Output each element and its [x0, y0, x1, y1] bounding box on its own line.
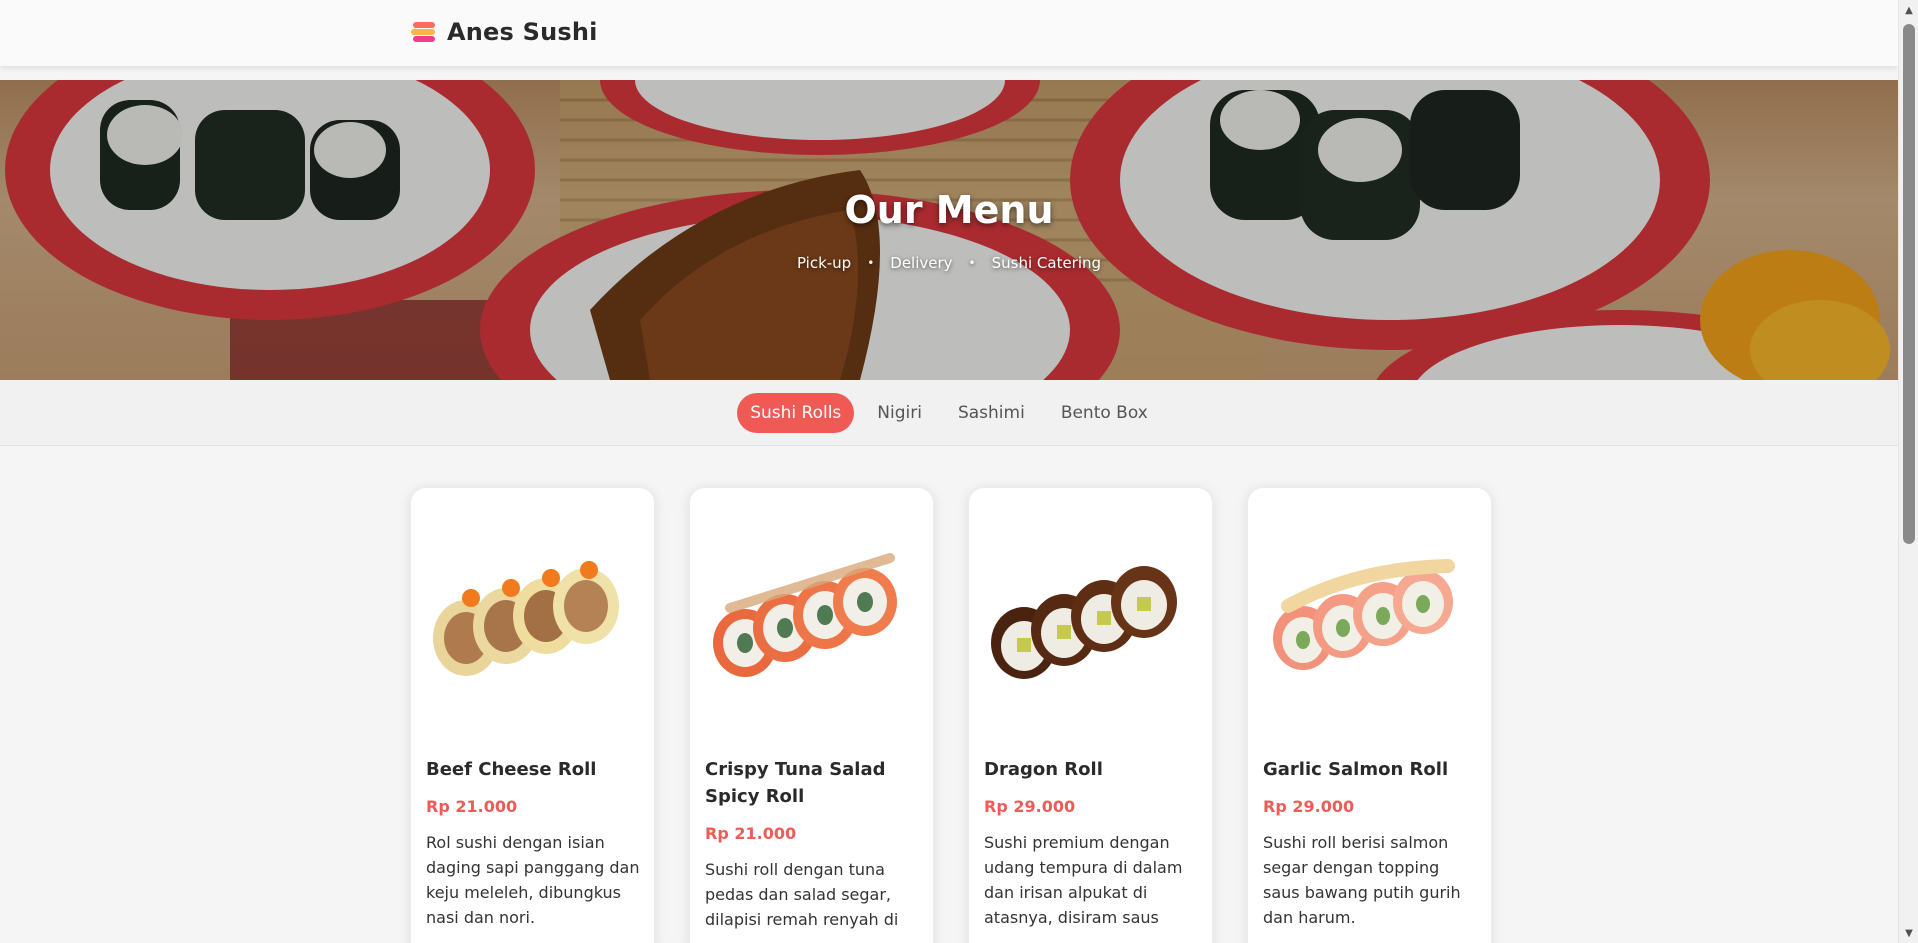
dragon-roll-image — [991, 566, 1177, 679]
brand-name: Anes Sushi — [447, 18, 598, 46]
item-name: Beef Cheese Roll — [426, 759, 597, 780]
card-body: Garlic Salmon Roll Rp 29.000 Sushi roll … — [1263, 756, 1478, 930]
separator-dot: • — [867, 256, 875, 270]
service-link-delivery[interactable]: Delivery — [890, 254, 952, 272]
brand[interactable]: Anes Sushi — [411, 18, 598, 46]
tab-sashimi[interactable]: Sashimi — [945, 393, 1038, 433]
layered-sushi-icon — [411, 20, 437, 44]
card-body: Beef Cheese Roll Rp 21.000 Rol sushi den… — [426, 756, 641, 930]
beef-cheese-roll-image — [433, 561, 619, 676]
page: Anes Sushi Our Menu Pick-up • Delivery •… — [0, 0, 1898, 943]
category-tabs: Sushi Rolls Nigiri Sashimi Bento Box — [0, 393, 1898, 433]
garlic-salmon-roll-image — [1273, 559, 1455, 670]
site-header: Anes Sushi — [0, 0, 1898, 66]
item-description: Rol sushi dengan isian daging sapi pangg… — [426, 833, 640, 927]
item-price: Rp 29.000 — [984, 797, 1076, 816]
menu-card[interactable]: Garlic Salmon Roll Rp 29.000 Sushi roll … — [1247, 487, 1492, 943]
item-description: Sushi roll berisi salmon segar dengan to… — [1263, 833, 1461, 927]
service-link-pickup[interactable]: Pick-up — [797, 254, 851, 272]
item-price: Rp 21.000 — [426, 797, 518, 816]
item-price: Rp 21.000 — [705, 824, 797, 843]
scroll-down-arrow-icon[interactable]: ▼ — [1899, 923, 1918, 943]
tab-sushi-rolls[interactable]: Sushi Rolls — [737, 393, 855, 433]
menu-grid: Beef Cheese Roll Rp 21.000 Rol sushi den… — [410, 487, 1492, 943]
item-name: Crispy Tuna Salad Spicy Roll — [705, 759, 886, 807]
item-name: Garlic Salmon Roll — [1263, 759, 1449, 780]
service-link-catering[interactable]: Sushi Catering — [992, 254, 1101, 272]
item-description: Sushi premium dengan udang tempura di da… — [984, 833, 1183, 927]
menu-card[interactable]: Crispy Tuna Salad Spicy Roll Rp 21.000 S… — [689, 487, 934, 943]
scroll-thumb[interactable] — [1903, 24, 1915, 544]
card-body: Dragon Roll Rp 29.000 Sushi premium deng… — [984, 756, 1199, 930]
tab-nigiri[interactable]: Nigiri — [864, 393, 935, 433]
item-description: Sushi roll dengan tuna pedas dan salad s… — [705, 860, 899, 929]
item-name: Dragon Roll — [984, 759, 1103, 780]
page-title: Our Menu — [844, 188, 1054, 232]
item-price: Rp 29.000 — [1263, 797, 1355, 816]
category-tabs-bar: Sushi Rolls Nigiri Sashimi Bento Box — [0, 380, 1898, 446]
separator-dot: • — [968, 256, 976, 270]
menu-card[interactable]: Beef Cheese Roll Rp 21.000 Rol sushi den… — [410, 487, 655, 943]
page-scrollbar[interactable]: ▲ ▼ — [1898, 0, 1918, 943]
tab-bento-box[interactable]: Bento Box — [1048, 393, 1161, 433]
crispy-tuna-roll-image — [713, 553, 897, 677]
menu-card[interactable]: Dragon Roll Rp 29.000 Sushi premium deng… — [968, 487, 1213, 943]
hero-banner: Our Menu Pick-up • Delivery • Sushi Cate… — [0, 80, 1898, 380]
service-links: Pick-up • Delivery • Sushi Catering — [0, 254, 1898, 272]
scroll-up-arrow-icon[interactable]: ▲ — [1899, 0, 1918, 20]
card-body: Crispy Tuna Salad Spicy Roll Rp 21.000 S… — [705, 756, 920, 932]
